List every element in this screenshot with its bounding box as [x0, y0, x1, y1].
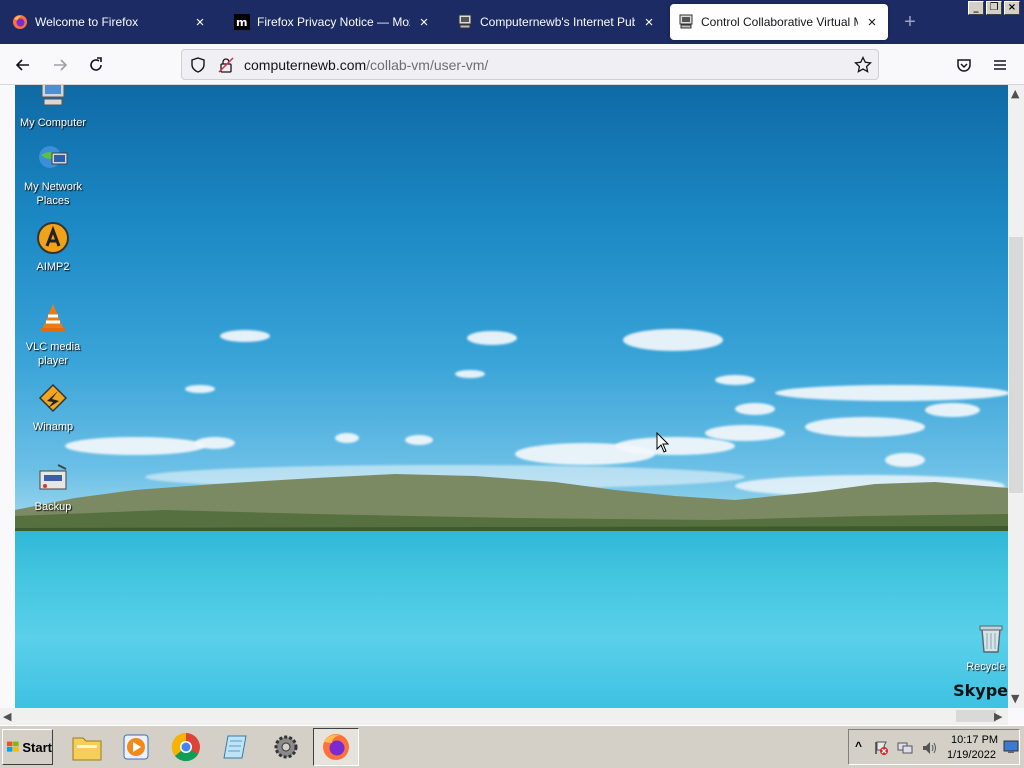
scroll-right-icon[interactable]: ▶: [994, 710, 1002, 723]
tab-title: Welcome to Firefox: [35, 15, 139, 29]
taskbar-explorer[interactable]: [64, 728, 110, 766]
reload-button[interactable]: [83, 52, 109, 78]
reload-icon: [90, 57, 102, 71]
tab-welcome-to-firefox[interactable]: Welcome to Firefox ×: [4, 4, 216, 40]
address-bar[interactable]: computernewb.com/collab-vm/user-vm/: [181, 49, 879, 80]
clock-time[interactable]: 10:17 PM: [951, 734, 998, 746]
recycle-bin-icon: [979, 625, 1003, 653]
window-close-button[interactable]: ×: [1004, 1, 1020, 15]
window-controls: _ ❐ ×: [968, 1, 1020, 15]
taskbar: Start ^ 10:17 PM 1/19/2022: [0, 725, 1024, 768]
taskbar-settings-app[interactable]: [263, 728, 309, 766]
tab-title: Control Collaborative Virtual Machi: [701, 15, 858, 29]
desktop-icon-recycle-bin[interactable]: Recycle B: [951, 621, 1008, 674]
tab-pub-hub[interactable]: Computernewb's Internet Pub Hub ×: [449, 4, 665, 40]
network-places-icon: [39, 146, 68, 168]
mouse-cursor-icon: [656, 432, 670, 453]
winamp-icon: [38, 383, 68, 413]
skype-watermark: Skype: [953, 681, 1008, 700]
computer-icon: [679, 14, 693, 29]
desktop-icon-label: VLC media player: [25, 341, 81, 367]
media-player-icon: [123, 734, 149, 760]
tray-expand-icon[interactable]: ^: [855, 739, 862, 753]
system-tray: ^ 10:17 PM 1/19/2022: [848, 729, 1020, 765]
close-tab-icon[interactable]: ×: [864, 14, 880, 30]
windows-logo-icon: [7, 741, 19, 752]
desktop-icon-label: AIMP2: [36, 261, 70, 273]
desktop-icon-my-computer[interactable]: My Computer: [15, 85, 93, 130]
computer-icon: [458, 14, 472, 29]
url-text: computernewb.com/collab-vm/user-vm/: [244, 57, 488, 73]
notepad-icon: [223, 735, 247, 759]
firefox-icon: [323, 734, 349, 760]
taskbar-firefox[interactable]: [313, 728, 359, 766]
mozilla-m-icon: m: [234, 14, 250, 30]
tab-privacy-notice[interactable]: m Firefox Privacy Notice — Mozilla ×: [226, 4, 440, 40]
vm-screen[interactable]: My Computer My Network Places AIMP2 VLC …: [15, 85, 1008, 708]
close-tab-icon[interactable]: ×: [641, 14, 657, 30]
desktop-icon-label: Winamp: [32, 421, 74, 433]
pocket-icon: [957, 59, 971, 72]
folder-icon: [72, 737, 102, 761]
forward-button[interactable]: [47, 52, 73, 78]
desktop-icon-backup[interactable]: Backup: [15, 461, 93, 514]
desktop-icon-label: My Computer: [19, 117, 87, 129]
mountain-range: [15, 474, 1008, 540]
scroll-left-icon[interactable]: ◀: [3, 710, 11, 723]
firefox-icon: [13, 15, 27, 29]
start-label: Start: [22, 739, 52, 755]
close-tab-icon[interactable]: ×: [416, 14, 432, 30]
start-button[interactable]: Start: [2, 729, 53, 765]
forward-arrow-icon: [54, 59, 68, 71]
tracking-shield-icon[interactable]: [190, 57, 206, 73]
horizontal-scroll-thumb[interactable]: [956, 710, 996, 722]
chrome-icon: [171, 732, 200, 762]
lake-wallpaper: [15, 531, 1008, 708]
network-icon[interactable]: [897, 740, 913, 756]
back-arrow-icon: [15, 59, 29, 71]
volume-icon[interactable]: [921, 740, 937, 756]
desktop-icon-label: Backup: [34, 501, 72, 513]
tab-title: Firefox Privacy Notice — Mozilla: [257, 15, 410, 29]
svg-text:m: m: [236, 16, 247, 29]
aimp-icon: [37, 222, 69, 254]
bookmark-star-icon[interactable]: [854, 56, 872, 74]
app-menu-button[interactable]: [987, 52, 1013, 78]
scroll-down-icon[interactable]: ▼: [1011, 692, 1019, 705]
insecure-lock-icon[interactable]: [218, 57, 234, 73]
navigation-toolbar: computernewb.com/collab-vm/user-vm/: [0, 44, 1024, 85]
show-desktop-icon[interactable]: [1003, 740, 1019, 754]
tab-strip: Welcome to Firefox × m Firefox Privacy N…: [0, 0, 1024, 44]
desktop-icon-vlc[interactable]: VLC media player: [15, 301, 93, 368]
backup-icon: [39, 464, 67, 490]
clock-date[interactable]: 1/19/2022: [947, 749, 996, 761]
taskbar-chrome[interactable]: [163, 728, 209, 766]
close-tab-icon[interactable]: ×: [192, 14, 208, 30]
page-content: My Computer My Network Places AIMP2 VLC …: [0, 85, 1024, 725]
vertical-scroll-thumb[interactable]: [1009, 237, 1023, 493]
pocket-button[interactable]: [951, 52, 977, 78]
tab-collab-vm[interactable]: Control Collaborative Virtual Machi ×: [670, 4, 888, 40]
vlc-icon: [41, 304, 65, 332]
hamburger-menu-icon: [994, 60, 1006, 70]
url-path: /collab-vm/user-vm/: [366, 57, 489, 73]
desktop-icon-aimp2[interactable]: AIMP2: [15, 221, 93, 274]
horizontal-scrollbar[interactable]: [0, 708, 1008, 725]
desktop-icon-label: Recycle B: [966, 661, 1008, 673]
minimize-button[interactable]: _: [968, 1, 984, 15]
url-domain: computernewb.com: [244, 57, 367, 73]
restore-button[interactable]: ❐: [986, 1, 1002, 15]
desktop-icon-label: My Network Places: [23, 181, 83, 207]
desktop-icon-winamp[interactable]: Winamp: [15, 381, 93, 434]
tab-title: Computernewb's Internet Pub Hub: [480, 15, 635, 29]
my-computer-icon: [41, 85, 65, 106]
desktop-icon-my-network-places[interactable]: My Network Places: [15, 141, 93, 208]
back-button[interactable]: [10, 52, 36, 78]
new-tab-button[interactable]: +: [898, 12, 922, 34]
taskbar-notepad[interactable]: [212, 728, 258, 766]
scroll-up-icon[interactable]: ▲: [1011, 87, 1019, 100]
gear-icon: [274, 735, 298, 759]
taskbar-media-player[interactable]: [113, 728, 159, 766]
security-alert-icon[interactable]: [873, 740, 889, 756]
